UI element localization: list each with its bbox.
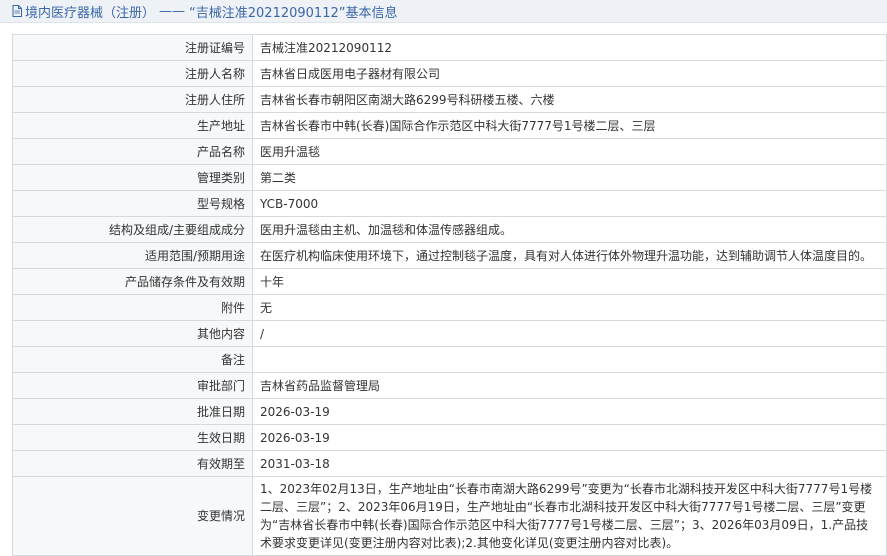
row-label: 注册证编号 [12, 34, 253, 61]
row-label: 适用范围/预期用途 [12, 242, 253, 269]
row-label: 型号规格 [12, 190, 253, 217]
table-row: 生产地址 吉林省长春市中韩(长春)国际合作示范区中科大街7777号1号楼二层、三层 [12, 112, 887, 139]
table-row: 产品储存条件及有效期 十年 [12, 268, 887, 295]
row-label: 有效期至 [12, 450, 253, 477]
table-row: 注册人住所 吉林省长春市朝阳区南湖大路6299号科研楼五楼、六楼 [12, 86, 887, 113]
row-value: 十年 [252, 268, 887, 295]
row-label: 变更情况 [12, 476, 253, 556]
title-suffix: 基本信息 [345, 5, 398, 21]
row-value: 吉林省长春市朝阳区南湖大路6299号科研楼五楼、六楼 [252, 86, 887, 113]
detail-table: 注册证编号 吉械注准20212090112 注册人名称 吉林省日成医用电子器材有限公司… [12, 34, 887, 556]
detail-table-wrapper: 注册证编号 吉械注准20212090112 注册人名称 吉林省日成医用电子器材有限公司… [12, 34, 887, 556]
table-row: 注册证编号 吉械注准20212090112 [12, 34, 887, 61]
row-label: 备注 [12, 346, 253, 373]
row-value: 2026-03-19 [252, 398, 887, 425]
row-label: 批准日期 [12, 398, 253, 425]
table-row: 结构及组成/主要组成成分 医用升温毯由主机、加温毯和体温传感器组成。 [12, 216, 887, 243]
row-value: 医用升温毯由主机、加温毯和体温传感器组成。 [252, 216, 887, 243]
table-row: 管理类别 第二类 [12, 164, 887, 191]
row-value: 在医疗机构临床使用环境下，通过控制毯子温度，具有对人体进行体外物理升温功能，达到… [252, 242, 887, 269]
title-record: “吉械注准20212090112” [189, 5, 346, 21]
row-value: 2031-03-18 [252, 450, 887, 477]
row-value: 医用升温毯 [252, 138, 887, 165]
row-label: 注册人住所 [12, 86, 253, 113]
row-value: 第二类 [252, 164, 887, 191]
table-row: 附件无 [12, 294, 887, 321]
row-value: 吉林省药品监督管理局 [252, 372, 887, 399]
table-row: 有效期至 2031-03-18 [12, 450, 887, 477]
table-row: 生效日期 2026-03-19 [12, 424, 887, 451]
row-label: 产品储存条件及有效期 [12, 268, 253, 295]
row-label: 注册人名称 [12, 60, 253, 87]
table-row: 变更情况 1、2023年02月13日，生产地址由“长春市南湖大路6299号”变更为… [12, 476, 887, 556]
table-row: 审批部门 吉林省药品监督管理局 [12, 372, 887, 399]
row-value: 吉林省长春市中韩(长春)国际合作示范区中科大街7777号1号楼二层、三层 [252, 112, 887, 139]
document-icon [12, 5, 22, 17]
row-value: 吉林省日成医用电子器材有限公司 [252, 60, 887, 87]
row-label: 管理类别 [12, 164, 253, 191]
row-label: 其他内容 [12, 320, 253, 347]
row-value: / [252, 320, 887, 347]
row-label: 审批部门 [12, 372, 253, 399]
row-label: 生效日期 [12, 424, 253, 451]
row-value [252, 346, 887, 373]
row-label: 产品名称 [12, 138, 253, 165]
table-row: 其他内容 / [12, 320, 887, 347]
row-value: 2026-03-19 [252, 424, 887, 451]
table-row: 批准日期 2026-03-19 [12, 398, 887, 425]
row-label: 生产地址 [12, 112, 253, 139]
title-dash: —— [159, 3, 186, 19]
row-label: 结构及组成/主要组成成分 [12, 216, 253, 243]
table-row: 型号规格 YCB-7000 [12, 190, 887, 217]
row-value: 1、2023年02月13日，生产地址由“长春市南湖大路6299号”变更为“长春市… [252, 476, 887, 556]
title-section: 境内医疗器械（注册） [25, 5, 156, 21]
row-value: 无 [252, 294, 887, 321]
page-title: 境内医疗器械（注册） —— “吉械注准20212090112” 基本信息 [0, 0, 887, 23]
table-row: 适用范围/预期用途 在医疗机构临床使用环境下，通过控制毯子温度，具有对人体进行体外… [12, 242, 887, 269]
row-value: 吉械注准20212090112 [252, 34, 887, 61]
table-row: 产品名称 医用升温毯 [12, 138, 887, 165]
table-row: 备注 [12, 346, 887, 373]
row-value: YCB-7000 [252, 190, 887, 217]
table-row: 注册人名称 吉林省日成医用电子器材有限公司 [12, 60, 887, 87]
row-label: 附件 [12, 294, 253, 321]
